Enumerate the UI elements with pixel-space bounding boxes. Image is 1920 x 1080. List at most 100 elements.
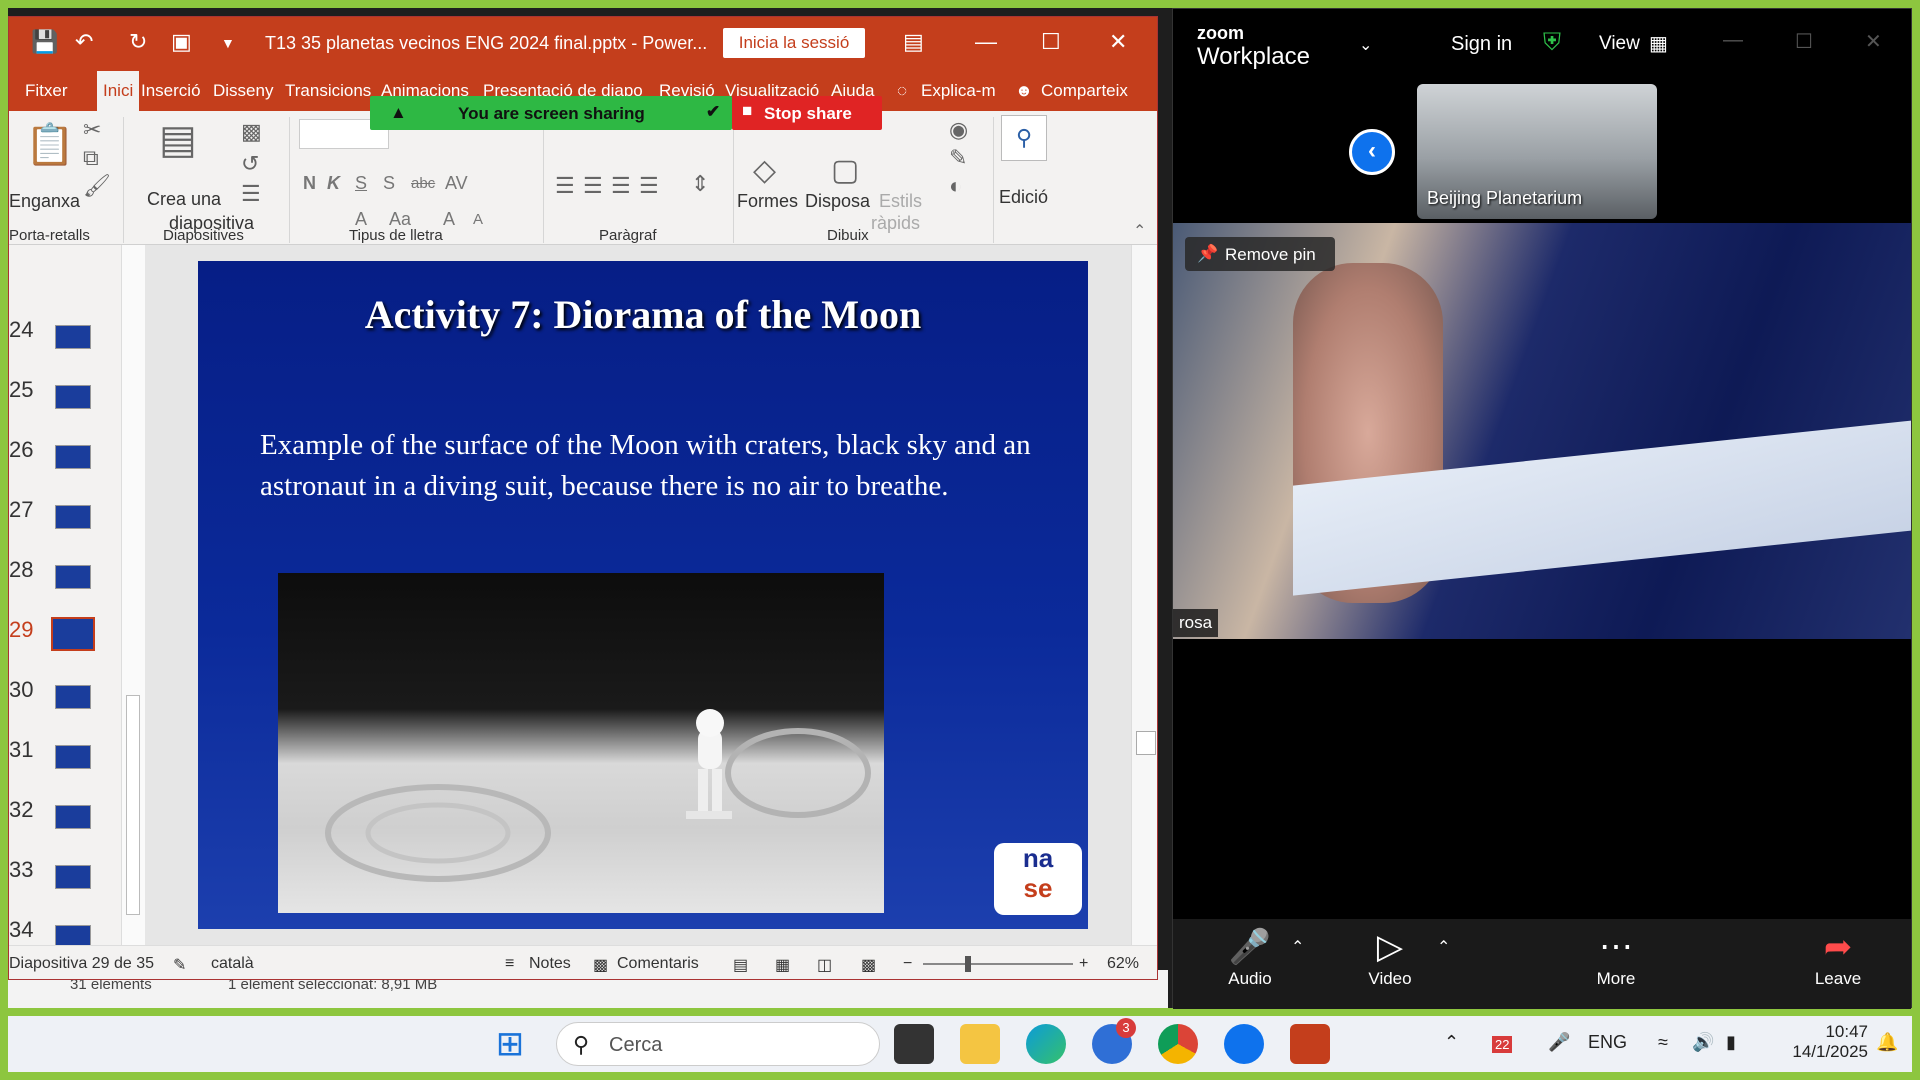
wifi-icon[interactable]: ≈ [1658, 1032, 1668, 1053]
microphone-tray-icon[interactable]: 🎤 [1548, 1032, 1570, 1053]
find-icon[interactable]: ⚲ [1001, 115, 1047, 161]
show-hidden-icons-icon[interactable]: ⌃ [1444, 1032, 1459, 1053]
align-right-icon[interactable]: ☰ [611, 173, 631, 199]
leave-button[interactable]: ➦ Leave [1803, 925, 1873, 989]
align-left-icon[interactable]: ☰ [555, 173, 575, 199]
shapes-label[interactable]: Formes [737, 191, 798, 212]
view-button[interactable]: View [1599, 33, 1640, 55]
thumbnail-26[interactable] [55, 445, 91, 469]
notes-button[interactable]: Notes [529, 955, 571, 973]
slide-vertical-scrollbar[interactable] [1131, 245, 1157, 945]
thumbnail-27[interactable] [55, 505, 91, 529]
thumbnail-scrollbar[interactable] [121, 245, 145, 945]
italic-icon[interactable]: K [327, 173, 340, 194]
zoom-minimize-icon[interactable]: — [1723, 29, 1743, 52]
shape-effects-icon[interactable]: ◐ [949, 173, 962, 199]
comments-icon[interactable]: ▩ [593, 955, 608, 975]
accessibility-icon[interactable]: ✎ [173, 955, 186, 975]
zoom-sign-in[interactable]: Sign in [1451, 33, 1512, 56]
tab-insercio[interactable]: Inserció [141, 81, 201, 101]
shape-fill-icon[interactable]: ◉ [949, 117, 968, 143]
quick-styles-label-2[interactable]: ràpids [871, 213, 920, 234]
app-with-badge-icon[interactable]: 3 [1092, 1018, 1136, 1064]
more-button[interactable]: ⋯ More [1581, 925, 1651, 989]
grid-view-icon[interactable]: ▦ [1649, 31, 1668, 56]
taskbar-search[interactable]: ⚲ Cerca [556, 1022, 880, 1066]
cut-icon[interactable]: ✂ [83, 117, 101, 143]
quick-styles-label-1[interactable]: Estils [879, 191, 922, 212]
thumbnail-33[interactable] [55, 865, 91, 889]
justify-icon[interactable]: ☰ [639, 173, 659, 199]
underline-icon[interactable]: S [355, 173, 367, 194]
current-slide[interactable]: Activity 7: Diorama of the Moon Example … [198, 261, 1088, 929]
arrange-icon[interactable]: ▢ [831, 153, 859, 188]
thumbnail-30[interactable] [55, 685, 91, 709]
char-spacing-icon[interactable]: AV [445, 173, 468, 194]
security-shield-icon[interactable]: ⛨ [1543, 29, 1561, 57]
strikethrough-icon[interactable]: abc [411, 175, 435, 192]
share-button[interactable]: Comparteix [1041, 81, 1128, 101]
edge-icon[interactable] [1026, 1024, 1066, 1064]
video-button[interactable]: ▷ Video [1355, 925, 1425, 989]
shadow-icon[interactable]: S [383, 173, 395, 194]
slide-sorter-icon[interactable]: ▦ [775, 955, 790, 975]
redo-icon[interactable]: ↻ [129, 29, 147, 55]
ribbon-display-icon[interactable]: ▤ [903, 29, 924, 55]
tab-disseny[interactable]: Disseny [213, 81, 273, 101]
close-icon[interactable]: ✕ [1109, 29, 1127, 55]
battery-icon[interactable]: ▮ [1726, 1032, 1736, 1053]
zoom-maximize-icon[interactable]: ☐ [1795, 29, 1813, 54]
thumbnail-25[interactable] [55, 385, 91, 409]
normal-view-icon[interactable]: ▤ [733, 955, 748, 975]
calendar-badge[interactable]: 22 [1492, 1036, 1513, 1053]
pinned-video[interactable]: 📌 Remove pin rosa [1173, 223, 1911, 639]
align-center-icon[interactable]: ☰ [583, 173, 603, 199]
slideshow-icon[interactable]: ▩ [861, 955, 876, 975]
comments-button[interactable]: Comentaris [617, 955, 699, 973]
screen-sharing-banner[interactable]: ▲ You are screen sharing ✔ [370, 96, 732, 130]
zoom-in-icon[interactable]: + [1079, 955, 1088, 973]
thumbnail-28[interactable] [55, 565, 91, 589]
remove-pin-button[interactable]: 📌 Remove pin [1185, 237, 1335, 271]
tell-me-search[interactable]: Explica-m [921, 81, 996, 101]
reset-icon[interactable]: ↺ [241, 151, 259, 177]
input-language[interactable]: ENG [1588, 1032, 1627, 1053]
notes-icon[interactable]: ≡ [505, 955, 514, 973]
audio-options-chevron-icon[interactable]: ⌃ [1291, 937, 1304, 957]
video-options-chevron-icon[interactable]: ⌃ [1437, 937, 1450, 957]
decrease-font-icon[interactable]: A [473, 211, 483, 228]
zoom-app-icon[interactable] [1224, 1024, 1264, 1064]
customize-qat-icon[interactable]: ▼ [221, 35, 235, 51]
tab-fitxer[interactable]: Fitxer [25, 81, 68, 101]
back-arrow-icon[interactable]: ‹ [1349, 129, 1395, 175]
undo-icon[interactable]: ↶ [75, 29, 93, 55]
slide-scroll-thumb[interactable] [1136, 731, 1156, 755]
drag-handle-icon[interactable]: ▲ [390, 103, 407, 123]
slide-title[interactable]: Activity 7: Diorama of the Moon [198, 291, 1088, 338]
chevron-down-icon[interactable]: ⌄ [1359, 35, 1372, 55]
copy-icon[interactable]: ⧉ [83, 145, 99, 171]
editing-label[interactable]: Edició [999, 187, 1048, 208]
task-view-icon[interactable] [894, 1024, 934, 1064]
moon-diorama-photo[interactable] [278, 573, 884, 913]
ppt-signin-button[interactable]: Inicia la sessió [723, 28, 865, 58]
collapse-ribbon-icon[interactable]: ⌃ [1133, 221, 1146, 241]
powerpoint-app-icon[interactable] [1290, 1024, 1330, 1064]
save-icon[interactable]: 💾 [31, 29, 58, 55]
text-direction-icon[interactable]: ⇕ [691, 171, 709, 197]
audio-button[interactable]: 🎤 Audio [1215, 925, 1285, 989]
maximize-icon[interactable]: ☐ [1041, 29, 1061, 55]
thumbnail-scroll-thumb[interactable] [126, 695, 140, 915]
reading-view-icon[interactable]: ◫ [817, 955, 832, 975]
tab-transicions[interactable]: Transicions [285, 81, 371, 101]
minimize-icon[interactable]: — [975, 29, 997, 55]
present-from-start-icon[interactable]: ▣ [171, 29, 192, 55]
increase-font-icon[interactable]: A [443, 209, 455, 230]
file-explorer-icon[interactable] [960, 1024, 1000, 1064]
thumbnail-29-selected[interactable] [51, 617, 95, 651]
notifications-bell-icon[interactable]: 🔔 [1876, 1032, 1898, 1053]
zoom-slider[interactable] [923, 963, 1073, 965]
shapes-icon[interactable]: ◇ [753, 153, 776, 188]
paste-icon[interactable]: 📋 [25, 121, 75, 168]
windows-start-icon[interactable]: ⊞ [490, 1024, 530, 1064]
